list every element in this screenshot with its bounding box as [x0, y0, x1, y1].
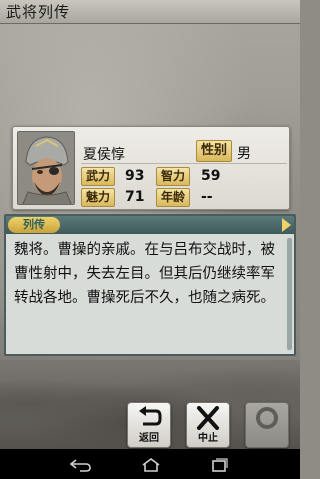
- stat-value-charisma: 71: [125, 189, 145, 205]
- name-divider: [81, 163, 287, 164]
- stop-button[interactable]: 中止: [186, 402, 230, 448]
- biography-scrollbar[interactable]: [287, 238, 292, 350]
- stat-value-strength: 93: [125, 168, 145, 184]
- back-button-label: 返回: [139, 433, 159, 444]
- home-icon[interactable]: [140, 457, 162, 472]
- page-title: 武将列传: [6, 3, 71, 21]
- stat-label-charisma: 魅力: [81, 188, 115, 207]
- stat-value-intelligence: 59: [201, 168, 221, 184]
- biography-text: 魏将。曹操的亲戚。在与吕布交战时，被曹性射中，失去左目。但其后仍继续率军转战各地…: [14, 242, 275, 306]
- close-icon: [195, 406, 221, 430]
- return-arrow-icon: [136, 406, 162, 430]
- stop-button-label: 中止: [198, 433, 218, 444]
- confirm-button[interactable]: [245, 402, 289, 448]
- stat-value-age: --: [201, 189, 213, 205]
- stat-label-intelligence: 智力: [156, 167, 190, 186]
- gender-label: 性别: [196, 140, 232, 162]
- stat-label-age: 年龄: [156, 188, 190, 207]
- biography-header: 列传: [6, 216, 294, 234]
- gender-value: 男: [237, 146, 251, 162]
- character-card: 夏侯惇 性别 男 武力 93 智力 59 魅力 71 年龄 --: [12, 126, 290, 210]
- back-icon[interactable]: [69, 457, 92, 472]
- stat-label-strength: 武力: [81, 167, 115, 186]
- biography-arrow-icon: [282, 218, 291, 232]
- recent-apps-icon[interactable]: [208, 457, 230, 472]
- circle-icon: [254, 406, 280, 430]
- character-name: 夏侯惇: [83, 147, 125, 163]
- character-portrait: [17, 131, 75, 205]
- biography-panel: 列传 魏将。曹操的亲戚。在与吕布交战时，被曹性射中，失去左目。但其后仍继续率军转…: [4, 214, 296, 356]
- back-button[interactable]: 返回: [127, 402, 171, 448]
- biography-tab: 列传: [8, 217, 60, 233]
- title-bar: 武将列传: [0, 0, 300, 24]
- system-nav-bar: [0, 449, 300, 479]
